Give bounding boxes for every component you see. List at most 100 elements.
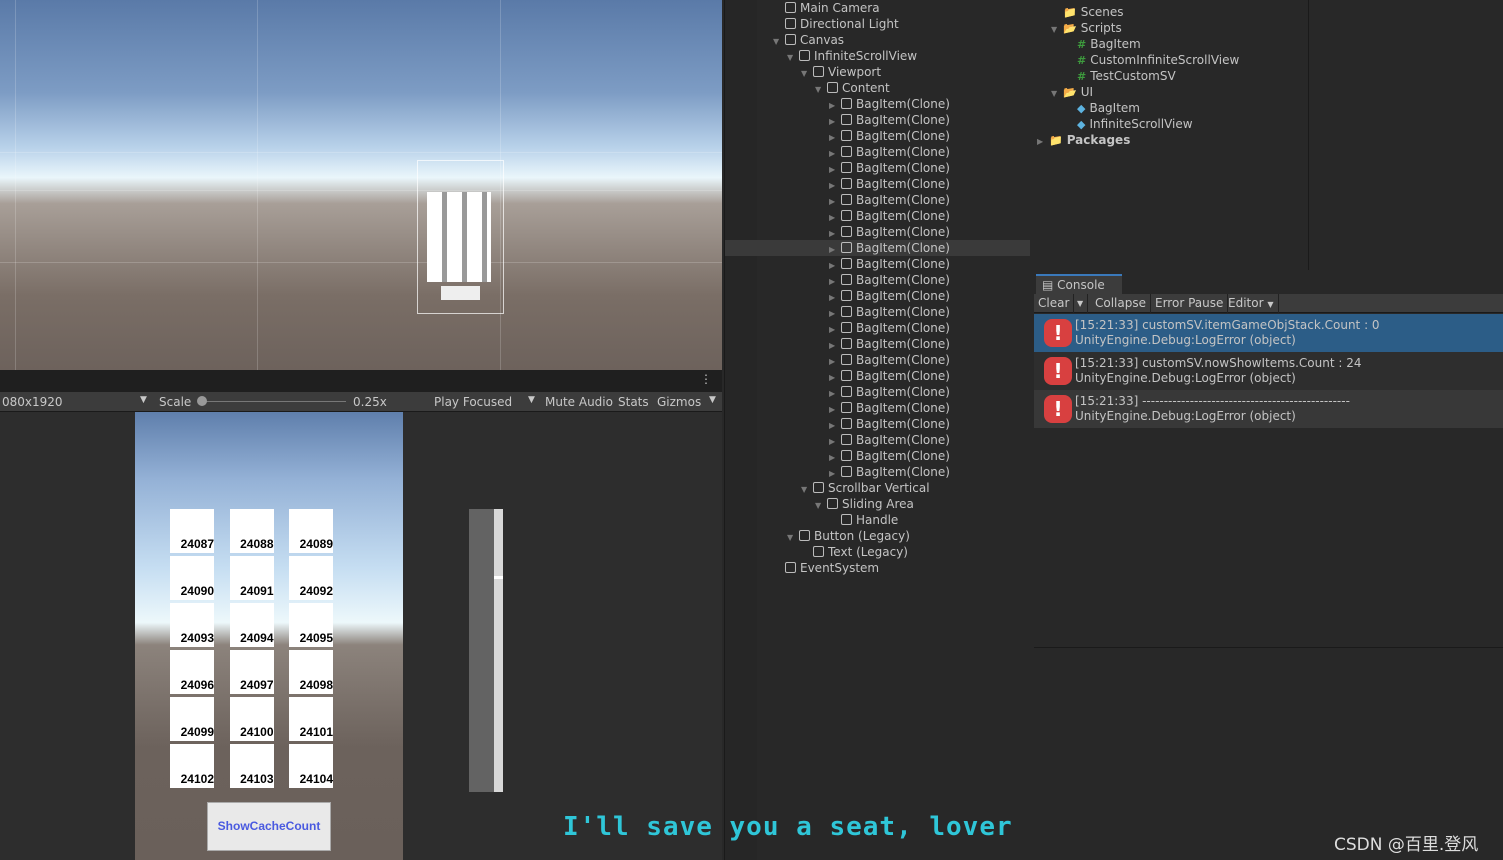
console-log-entry[interactable]: ! [15:21:33] customSV.itemGameObjStack.Co… [1034, 314, 1503, 352]
project-item[interactable]: ▼ 📂 UI [1051, 84, 1093, 100]
hierarchy-item[interactable]: ▶ BagItem(Clone) [725, 240, 1030, 256]
gameobject-icon [841, 210, 852, 221]
hierarchy-item-label: BagItem(Clone) [856, 337, 950, 351]
hierarchy-item[interactable]: ▶ BagItem(Clone) [725, 144, 1030, 160]
mute-audio-button[interactable]: Mute Audio [545, 395, 613, 409]
hierarchy-item[interactable]: ▼ Scrollbar Vertical [725, 480, 1030, 496]
hierarchy-item-label: Button (Legacy) [814, 529, 910, 543]
project-item[interactable]: 📁 Scenes [1051, 4, 1124, 20]
hierarchy-item[interactable]: ▼ Sliding Area [725, 496, 1030, 512]
hierarchy-item[interactable]: ▶ BagItem(Clone) [725, 176, 1030, 192]
gameobject-icon [841, 418, 852, 429]
hierarchy-item[interactable]: ▶ BagItem(Clone) [725, 352, 1030, 368]
chevron-down-icon[interactable]: ▼ [709, 395, 716, 405]
hierarchy-item[interactable]: Handle [725, 512, 1030, 528]
hierarchy-item-label: BagItem(Clone) [856, 97, 950, 111]
chevron-down-icon[interactable]: ▼ [528, 395, 535, 405]
scale-slider-handle[interactable] [197, 396, 207, 406]
console-tab[interactable]: ▤ Console [1036, 274, 1122, 294]
hierarchy-item[interactable]: ▼ Canvas [725, 32, 1030, 48]
clear-options-chevron-icon[interactable]: ▼ [1073, 294, 1089, 313]
hierarchy-item[interactable]: EventSystem [725, 560, 1030, 576]
hierarchy-item[interactable]: Main Camera [725, 0, 1030, 16]
more-options-icon[interactable]: ⋮ [700, 372, 712, 386]
stats-button[interactable]: Stats [618, 395, 649, 409]
project-item[interactable]: ◆ InfiniteScrollView [1065, 116, 1193, 132]
error-pause-button[interactable]: Error Pause [1151, 294, 1229, 313]
project-item[interactable]: # BagItem [1065, 36, 1141, 52]
scrollbar-vertical[interactable] [494, 509, 503, 792]
gizmos-button[interactable]: Gizmos [657, 395, 701, 409]
hierarchy-item[interactable]: ▶ BagItem(Clone) [725, 160, 1030, 176]
bag-item-cell: 24099 [170, 697, 214, 741]
play-focused-dropdown[interactable]: Play Focused [434, 395, 512, 409]
collapse-button[interactable]: Collapse [1091, 294, 1151, 313]
hierarchy-item-label: BagItem(Clone) [856, 257, 950, 271]
folder-icon: 📁 [1049, 134, 1063, 147]
hierarchy-item[interactable]: ▶ BagItem(Clone) [725, 272, 1030, 288]
hierarchy-item-label: BagItem(Clone) [856, 209, 950, 223]
hierarchy-item[interactable]: ▼ Content [725, 80, 1030, 96]
folder-icon: 📁 [1063, 6, 1077, 19]
project-item[interactable]: # CustomInfiniteScrollView [1065, 52, 1239, 68]
expand-arrow-icon[interactable]: ▶ [1037, 134, 1049, 150]
chevron-down-icon: ▼ [1267, 300, 1274, 309]
gameobject-icon [785, 562, 796, 573]
project-item[interactable]: ◆ BagItem [1065, 100, 1140, 116]
editor-dropdown[interactable]: Editor ▼ [1224, 294, 1279, 313]
hierarchy-item[interactable]: ▶ BagItem(Clone) [725, 432, 1030, 448]
expand-arrow-icon[interactable]: ▼ [1051, 86, 1063, 102]
chevron-down-icon[interactable]: ▼ [140, 395, 147, 405]
hierarchy-item-label: BagItem(Clone) [856, 241, 950, 255]
console-log-entry[interactable]: ! [15:21:33] customSV.nowShowItems.Count … [1034, 352, 1503, 390]
hierarchy-item[interactable]: ▶ BagItem(Clone) [725, 416, 1030, 432]
hierarchy-item[interactable]: ▶ BagItem(Clone) [725, 288, 1030, 304]
gameobject-icon [841, 290, 852, 301]
hierarchy-item[interactable]: ▶ BagItem(Clone) [725, 128, 1030, 144]
hierarchy-item[interactable]: Text (Legacy) [725, 544, 1030, 560]
hierarchy-item-label: BagItem(Clone) [856, 401, 950, 415]
gameobject-icon [841, 466, 852, 477]
hierarchy-item[interactable]: ▶ BagItem(Clone) [725, 256, 1030, 272]
hierarchy-item-label: Handle [856, 513, 899, 527]
hierarchy-item[interactable]: ▶ BagItem(Clone) [725, 384, 1030, 400]
hierarchy-item[interactable]: ▼ InfiniteScrollView [725, 48, 1030, 64]
hierarchy-item[interactable]: ▶ BagItem(Clone) [725, 304, 1030, 320]
console-log-entry[interactable]: ! [15:21:33] ----------------------------… [1034, 390, 1503, 428]
clear-button[interactable]: Clear [1034, 294, 1075, 313]
hierarchy-item[interactable]: ▶ BagItem(Clone) [725, 464, 1030, 480]
expand-arrow-icon[interactable]: ▼ [1051, 22, 1063, 38]
scrollbar-handle[interactable] [494, 576, 503, 579]
hierarchy-item[interactable]: Directional Light [725, 16, 1030, 32]
hierarchy-item[interactable]: ▶ BagItem(Clone) [725, 368, 1030, 384]
hierarchy-item-label: BagItem(Clone) [856, 385, 950, 399]
bag-item-cell: 24100 [229, 697, 274, 741]
project-item[interactable]: ▶ 📁 Packages [1037, 132, 1130, 148]
gameobject-icon [841, 322, 852, 333]
hierarchy-item[interactable]: ▶ BagItem(Clone) [725, 208, 1030, 224]
hierarchy-item[interactable]: ▼ Button (Legacy) [725, 528, 1030, 544]
hierarchy-item[interactable]: ▶ BagItem(Clone) [725, 400, 1030, 416]
hierarchy-item[interactable]: ▶ BagItem(Clone) [725, 96, 1030, 112]
hierarchy-item[interactable]: ▶ BagItem(Clone) [725, 224, 1030, 240]
project-item[interactable]: ▼ 📂 Scripts [1051, 20, 1122, 36]
gameobject-icon [827, 82, 838, 93]
resolution-dropdown[interactable]: 080x1920 [2, 395, 63, 409]
hierarchy-item-label: InfiniteScrollView [814, 49, 918, 63]
hierarchy-item[interactable]: ▶ BagItem(Clone) [725, 112, 1030, 128]
hierarchy-item[interactable]: ▶ BagItem(Clone) [725, 448, 1030, 464]
gameobject-icon [813, 546, 824, 557]
game-screen[interactable]: 24087 24088 24089 24090 24091 24092 24093 24094… [135, 412, 503, 860]
hierarchy-item[interactable]: ▶ BagItem(Clone) [725, 336, 1030, 352]
hierarchy-panel: ◉ ✋ Main CameraDirectional Light▼Canvas▼… [724, 0, 1030, 860]
bag-item-cell: 24093 [170, 603, 214, 647]
scene-view[interactable] [0, 0, 722, 370]
scale-slider[interactable] [198, 401, 346, 402]
show-cache-count-button[interactable]: ShowCacheCount [207, 802, 331, 851]
bag-item-cell: 24101 [289, 697, 333, 741]
log-stacktrace: UnityEngine.Debug:LogError (object) [1075, 371, 1296, 385]
hierarchy-item[interactable]: ▶ BagItem(Clone) [725, 320, 1030, 336]
hierarchy-item[interactable]: ▶ BagItem(Clone) [725, 192, 1030, 208]
project-item[interactable]: # TestCustomSV [1065, 68, 1176, 84]
hierarchy-item[interactable]: ▼ Viewport [725, 64, 1030, 80]
